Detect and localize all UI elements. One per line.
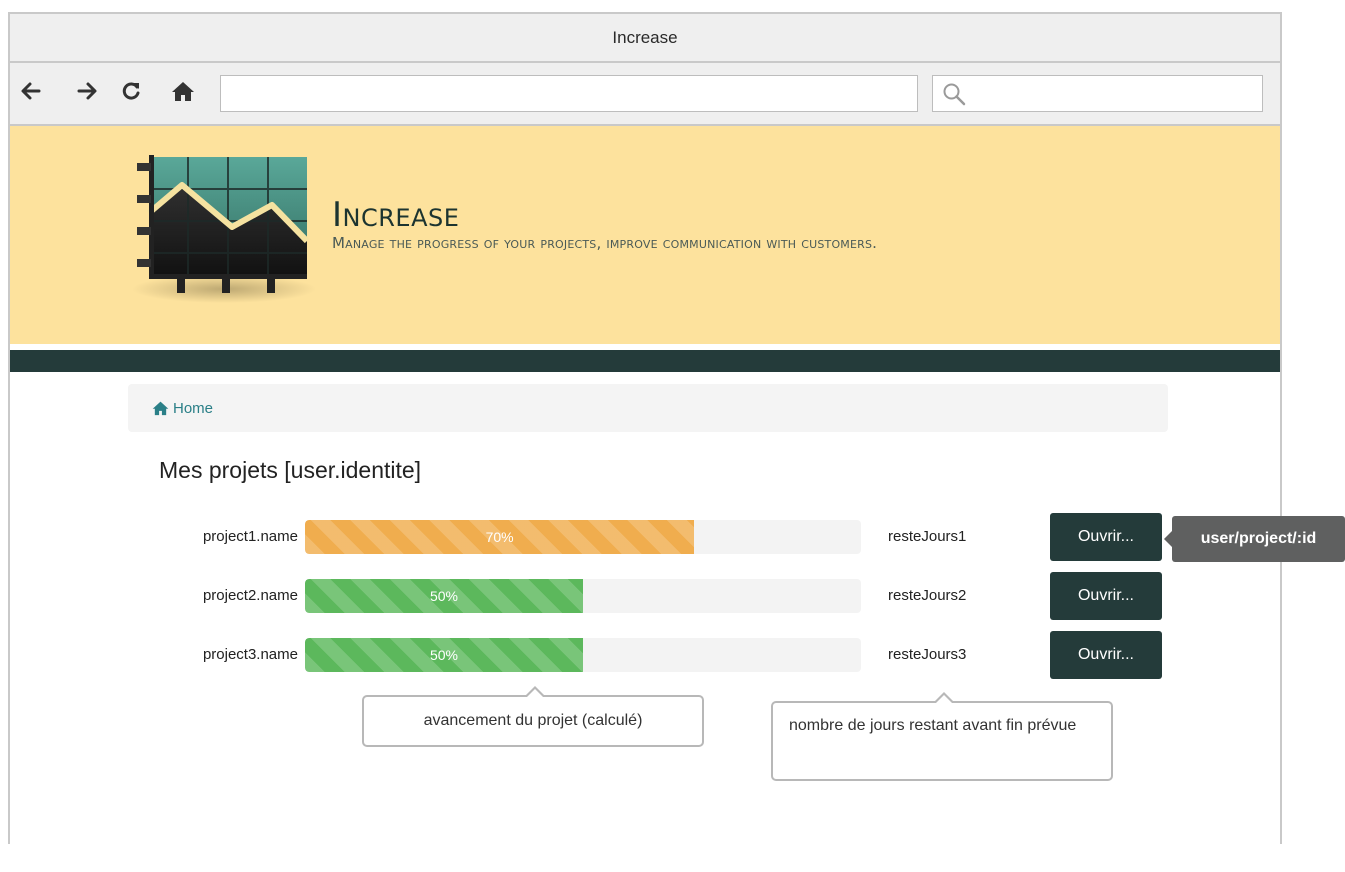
progress-fill: 70% [305,520,695,554]
address-bar[interactable] [220,75,918,112]
progress-label: 50% [429,647,459,663]
open-project-button[interactable]: Ouvrir... [1050,572,1162,620]
progress-bar: 70% [305,520,861,554]
forward-button[interactable] [72,75,102,107]
open-project-button[interactable]: Ouvrir... [1050,631,1162,679]
brand-tagline: Manage the progress of your projects, im… [332,234,878,252]
main-content: Home Mes projets [user.identite] project… [10,372,1280,872]
home-icon [172,82,194,101]
breadcrumb: Home [128,384,1168,432]
brand: Increase Manage the progress of your pro… [332,196,877,252]
search-box[interactable] [932,75,1263,112]
home-button[interactable] [168,75,198,107]
progress-bar: 50% [305,638,861,672]
url-tooltip: user/project/:id [1164,516,1345,562]
days-callout-text: nombre de jours restant avant fin prévue [789,717,1077,734]
progress-callout: avancement du projet (calculé) [362,686,704,747]
window-title: Increase [612,27,678,47]
browser-toolbar [10,63,1280,126]
open-project-button[interactable]: Ouvrir... [1050,513,1162,561]
project-row: project2.name 50% resteJours2 Ouvrir... [155,572,1165,620]
days-remaining: resteJours1 [888,528,967,545]
search-input[interactable] [971,80,1255,109]
project-name: project2.name [202,587,298,604]
app-banner: Increase Manage the progress of your pro… [10,126,1280,350]
page-title: Mes projets [user.identite] [159,457,422,483]
progress-label: 50% [429,588,459,604]
nav-strip [10,350,1280,372]
forward-arrow-icon [77,82,97,100]
back-arrow-icon [21,82,41,100]
progress-callout-text: avancement du projet (calculé) [423,712,643,729]
days-callout: nombre de jours restant avant fin prévue [771,692,1113,781]
search-icon [943,83,966,106]
days-remaining: resteJours3 [888,646,967,663]
breadcrumb-home[interactable]: Home [152,400,213,417]
progress-label: 70% [485,529,514,545]
title-bar: Increase [10,14,1280,63]
progress-fill: 50% [305,638,583,672]
days-remaining: resteJours2 [888,587,967,604]
project-name: project1.name [202,528,298,545]
back-button[interactable] [16,75,46,107]
progress-bar: 50% [305,579,861,613]
brand-title: Increase [332,195,460,235]
project-row: project3.name 50% resteJours3 Ouvrir... [155,631,1165,679]
reload-button[interactable] [116,75,146,107]
project-row: project1.name 70% resteJours1 Ouvrir... [155,513,1165,561]
progress-fill: 50% [305,579,583,613]
breadcrumb-home-label: Home [173,399,214,417]
chart-logo-icon [132,155,316,303]
project-name: project3.name [202,646,298,663]
reload-icon [122,82,140,100]
home-icon [152,401,169,416]
